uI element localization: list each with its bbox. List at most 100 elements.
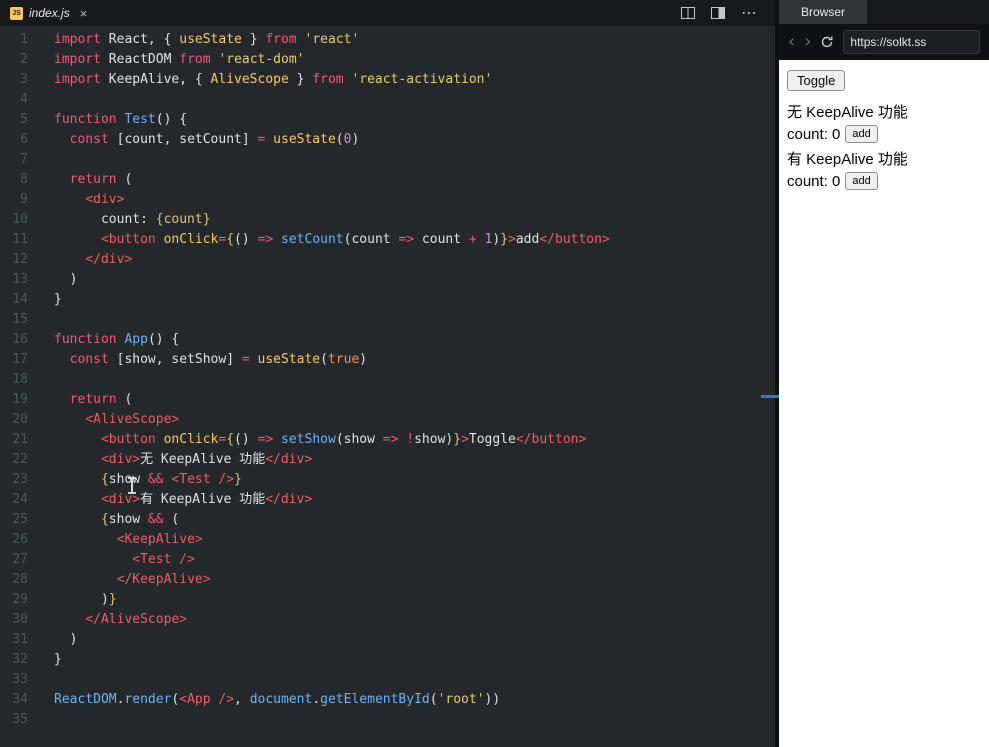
code-line: 17 const [show, setShow] = useState(true… [0,350,775,370]
count-row: count: 0 add [787,172,981,190]
line-number: 17 [12,352,28,367]
tab-indexjs[interactable]: JS index.js × [0,0,97,26]
line-number: 27 [12,552,28,567]
line-number: 33 [12,672,28,687]
code-line: 16 function App() { [0,330,775,350]
code-line: 20 <AliveScope> [0,410,775,430]
code-line: 7 [0,150,775,170]
code-line-text: function App() { [54,332,180,347]
line-number: 34 [12,692,28,707]
code-line-text: )} [54,592,117,607]
toggle-button[interactable]: Toggle [787,70,846,91]
back-icon[interactable]: ‹ [788,33,795,51]
code-line: 2 import ReactDOM from 'react-dom' [0,50,775,70]
section-title: 无 KeepAlive 功能 [787,104,908,121]
code-line-text: import KeepAlive, { AliveScope } from 'r… [54,72,493,87]
browser-navbar: ‹ › [779,24,989,60]
line-number: 21 [12,432,28,447]
more-options-icon[interactable]: ⋯ [741,5,757,21]
line-number: 7 [20,152,28,167]
code-line-text: {show && <Test />} [100,472,242,487]
line-number: 24 [12,492,28,507]
code-editor[interactable]: 1 import React, { useState } from 'react'… [0,26,775,747]
preview-layout-icon[interactable] [711,7,725,19]
code-line: 8 return ( [0,170,775,190]
code-line: 21 <button onClick={() => setShow(show =… [0,430,775,450]
code-line-text: } [54,652,62,667]
code-line: 18 [0,370,775,390]
code-line-text: </KeepAlive> [116,572,211,587]
count-label: count: 0 [787,125,841,143]
code-line: 11 <button onClick={() => setCount(count… [0,230,775,250]
pane-resizer[interactable] [761,0,779,747]
line-number: 23 [12,472,28,487]
code-line-text: count: {count} [54,212,211,227]
javascript-file-icon: JS [10,6,23,20]
close-tab-icon[interactable]: × [80,6,88,21]
code-line: 31 ) [0,630,775,650]
editor-view-actions: ⋯ [681,5,775,21]
code-lines: 1 import React, { useState } from 'react'… [0,30,775,730]
code-line: 29 )} [0,590,775,610]
line-number: 14 [12,292,28,307]
refresh-icon[interactable] [820,35,834,49]
code-line-text: <KeepAlive> [116,532,203,547]
line-number: 10 [12,212,28,227]
code-line: 15 [0,310,775,330]
code-line: 22 <div>无 KeepAlive 功能</div> [0,450,775,470]
code-line: 30 </AliveScope> [0,610,775,630]
count-row: count: 0 add [787,125,981,143]
add-button[interactable]: add [845,172,878,190]
code-line-text: </div> [85,252,133,267]
code-line: 10 count: {count} [0,210,775,230]
count-label: count: 0 [787,172,841,190]
line-number: 5 [20,112,28,127]
preview-sections: 无 KeepAlive 功能 count: 0 add 有 KeepAlive 功能 c… [787,101,981,190]
line-number: 22 [12,452,28,467]
code-line: 23 {show && <Test />} [0,470,775,490]
line-number: 15 [12,312,28,327]
line-number: 13 [12,272,28,287]
code-line: 19 return ( [0,390,775,410]
code-line: 34 ReactDOM.render(<App />, document.getE… [0,690,775,710]
line-number: 25 [12,512,28,527]
line-number: 8 [20,172,28,187]
code-line: 32} [0,650,775,670]
code-line: 24 <div>有 KeepAlive 功能</div> [0,490,775,510]
tab-browser[interactable]: Browser [779,0,868,24]
code-line-text: const [count, setCount] = useState(0) [69,132,360,147]
code-line-text: return ( [69,172,133,187]
code-line-text: import ReactDOM from 'react-dom' [54,52,305,67]
mouse-ibeam-cursor [128,477,136,494]
line-number: 26 [12,532,28,547]
code-line-text: import React, { useState } from 'react' [54,32,360,47]
code-line-text: const [show, setShow] = useState(true) [69,352,368,367]
app-root: JS index.js × ⋯ 1 import React, { useStat… [0,0,989,747]
browser-pane: Browser ‹ › Toggle 无 KeepAlive 功能 count: … [779,0,989,747]
url-input[interactable] [843,30,980,54]
line-number: 19 [12,392,28,407]
split-view-icon[interactable] [681,7,695,19]
forward-icon[interactable]: › [804,33,811,51]
code-line: 14} [0,290,775,310]
code-line-text: {show && ( [100,512,180,527]
code-line: 1 import React, { useState } from 'react' [0,30,775,50]
add-button[interactable]: add [845,125,878,143]
code-line-text: return ( [69,392,133,407]
code-line-text: <div>有 KeepAlive 功能</div> [100,492,313,507]
code-line-text: } [54,292,62,307]
code-line: 25 {show && ( [0,510,775,530]
line-number: 3 [20,72,28,87]
code-line: 35 [0,710,775,730]
line-number: 4 [20,92,28,107]
code-line-text: <div> [85,192,125,207]
editor-tabbar: JS index.js × ⋯ [0,0,775,26]
code-line-text: <div>无 KeepAlive 功能</div> [100,452,313,467]
scroll-indicator [761,395,779,398]
line-number: 16 [12,332,28,347]
